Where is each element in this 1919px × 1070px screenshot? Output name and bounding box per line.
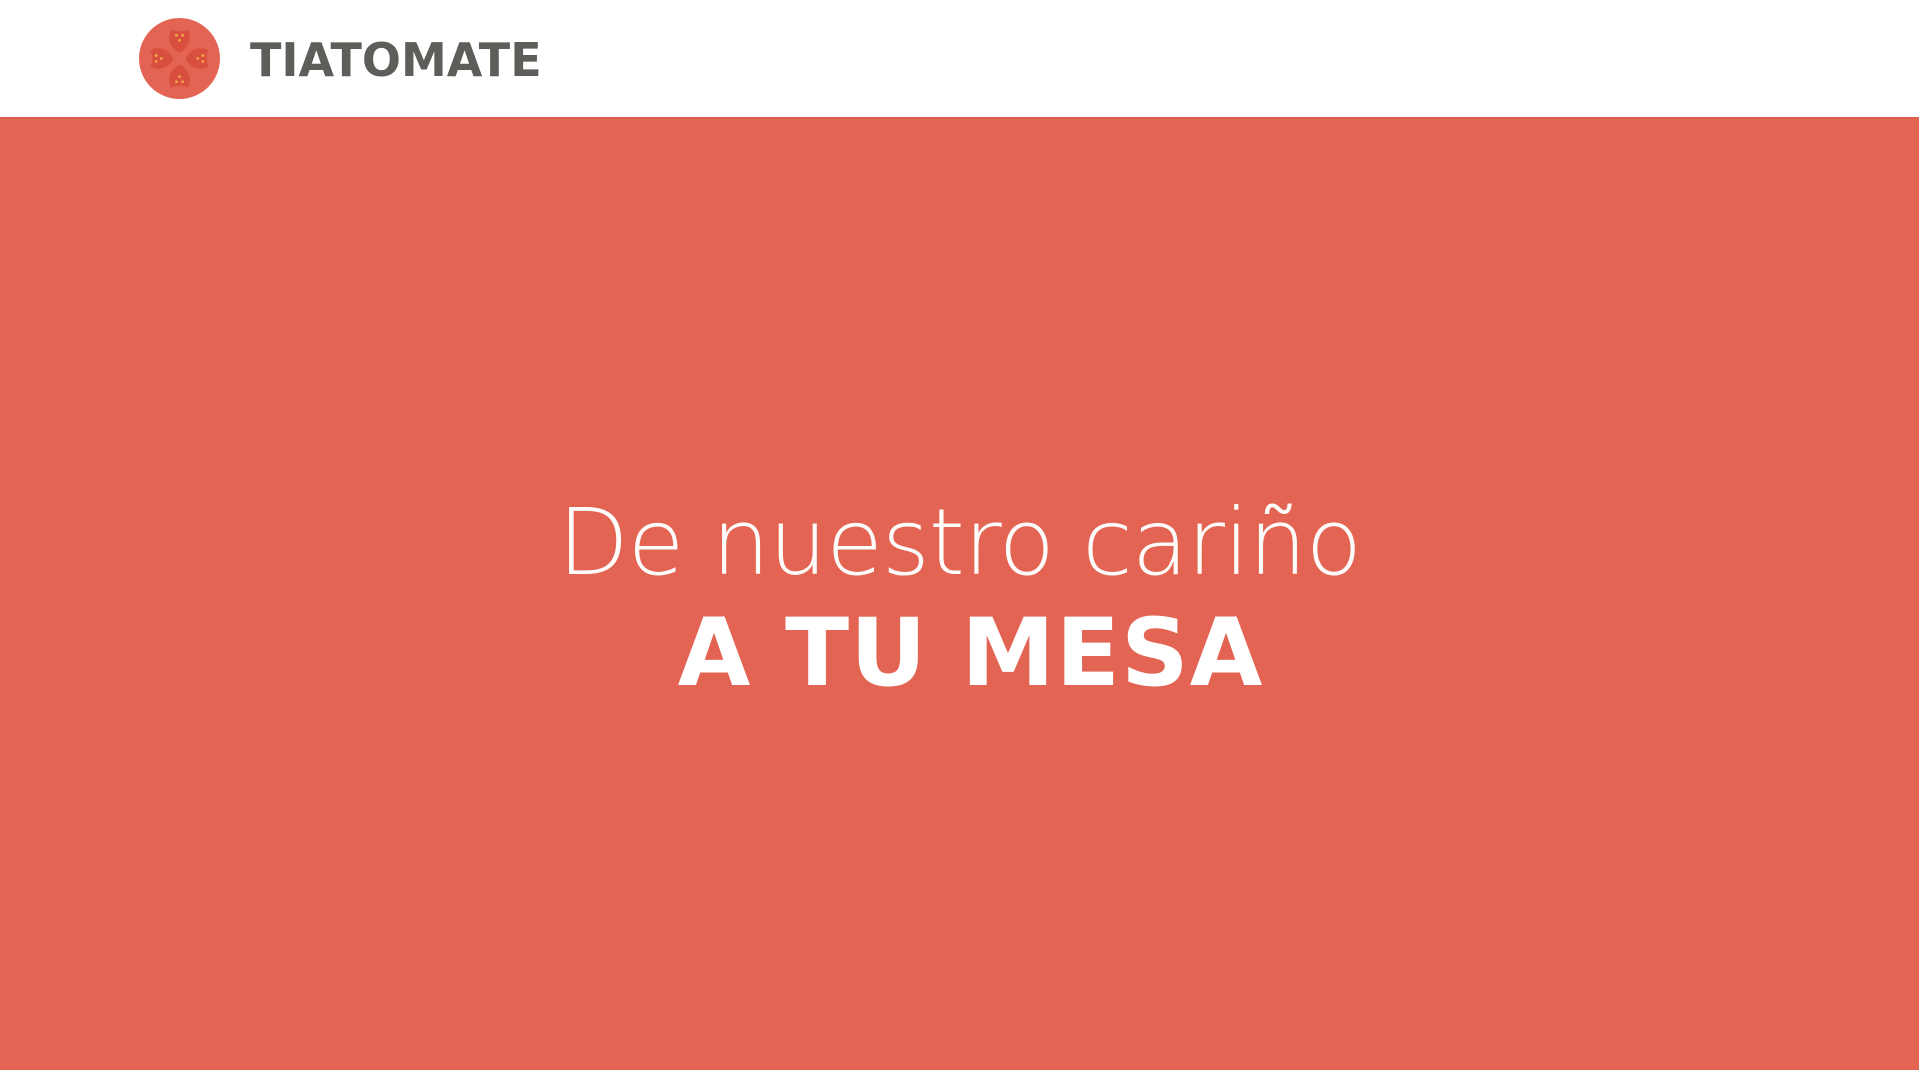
tomato-slice-icon [139, 18, 220, 99]
page: TIATOMATE De nuestro cariño A TU MESA [0, 0, 1919, 1070]
hero-banner: De nuestro cariño A TU MESA [0, 117, 1919, 1070]
hero-headline: A TU MESA [677, 599, 1264, 708]
brand-home-link[interactable]: TIATOMATE [139, 18, 542, 99]
hero-tagline-text: De nuestro cariño [557, 489, 1362, 596]
hero-tagline: De nuestro cariño [0, 497, 1919, 589]
top-navigation-bar: TIATOMATE [0, 0, 1919, 117]
brand-name: TIATOMATE [250, 32, 542, 87]
